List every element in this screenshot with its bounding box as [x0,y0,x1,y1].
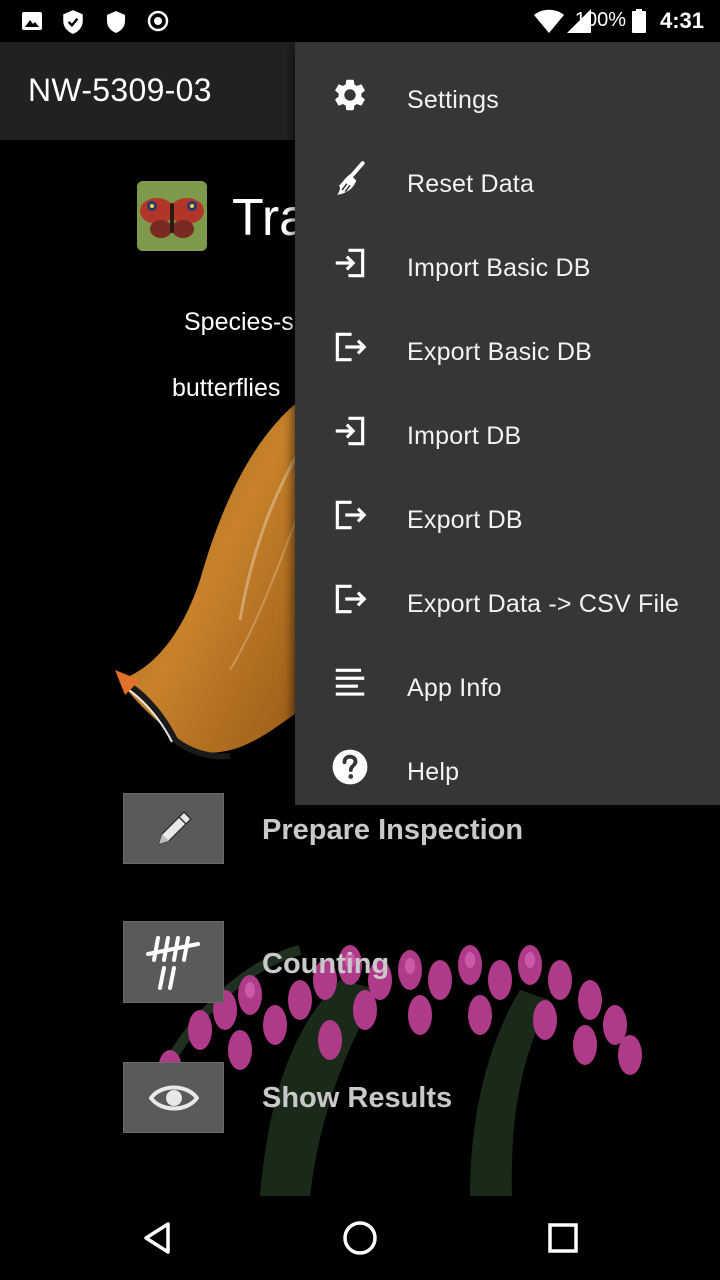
home-icon[interactable] [340,1218,380,1258]
export-icon [335,500,367,530]
record-icon [147,10,169,32]
show-results-label[interactable]: Show Results [262,1082,452,1115]
page-title: NW-5309-03 [28,72,212,108]
back-icon[interactable] [138,1218,178,1258]
subtitle-line-1: Species-s [184,308,294,336]
pencil-icon [157,810,192,845]
broom-icon [337,161,365,195]
menu-item-export-basic-db[interactable]: Export Basic DB [295,304,720,388]
recents-icon[interactable] [543,1218,583,1258]
show-results-button[interactable] [123,1062,224,1133]
app-logo [137,181,207,251]
tally-icon [145,936,200,990]
status-bar: 100% 4:31 [0,0,720,42]
import-icon [335,248,365,278]
menu-item-app-info[interactable]: App Info [295,640,720,724]
menu-item-label: Export Data -> CSV File [407,590,680,618]
menu-item-import-basic-db[interactable]: Import Basic DB [295,220,720,304]
menu-item-import-db[interactable]: Import DB [295,388,720,472]
menu-item-export-csv[interactable]: Export Data -> CSV File [295,556,720,640]
gear-icon [335,79,365,111]
export-icon [335,332,367,362]
menu-item-label: Reset Data [407,170,535,198]
eye-icon [148,1085,199,1110]
counting-button[interactable] [123,921,224,1003]
prepare-inspection-label[interactable]: Prepare Inspection [262,814,523,847]
battery-percent: 100% [574,9,626,31]
shield-check-icon [63,10,83,34]
navigation-bar [0,1196,720,1280]
clock: 4:31 [659,8,704,33]
shield-icon [107,11,125,33]
overflow-menu: Settings Reset Data Import Basic DB Expo… [295,42,720,805]
menu-item-settings[interactable]: Settings [295,52,720,136]
image-icon [22,12,42,30]
text-lines-icon [335,668,365,696]
menu-item-reset-data[interactable]: Reset Data [295,136,720,220]
menu-item-label: App Info [407,674,502,702]
menu-item-label: Export DB [407,506,523,534]
help-icon [332,749,368,785]
menu-item-export-db[interactable]: Export DB [295,472,720,556]
wifi-icon [534,9,564,33]
menu-item-help[interactable]: Help [295,724,720,808]
menu-item-label: Import Basic DB [407,254,591,282]
import-icon [335,416,365,446]
menu-item-label: Export Basic DB [407,338,593,366]
prepare-inspection-button[interactable] [123,793,224,864]
counting-label[interactable]: Counting [262,948,389,981]
export-icon [335,584,367,614]
battery-icon [632,9,646,33]
menu-item-label: Settings [407,86,499,114]
menu-item-label: Import DB [407,422,522,450]
menu-item-label: Help [407,758,460,786]
